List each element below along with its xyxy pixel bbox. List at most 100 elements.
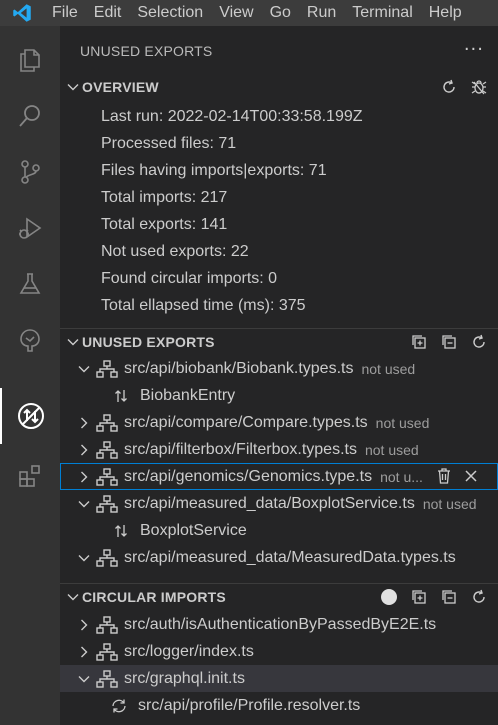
file-hierarchy-icon bbox=[96, 615, 118, 635]
status-description: not used bbox=[361, 360, 416, 377]
file-path: src/api/measured_data/MeasuredData.types… bbox=[124, 548, 456, 566]
status-dot-icon bbox=[378, 587, 400, 607]
overview-total-imports: Total imports: 217 bbox=[101, 189, 228, 206]
file-path: src/auth/isAuthenticationByPassedByE2E.t… bbox=[124, 615, 437, 633]
sidebar-header: UNUSED EXPORTS ··· bbox=[60, 26, 498, 76]
chevron-right-icon bbox=[76, 415, 92, 431]
tree-item-file[interactable]: src/api/biobank/Biobank.types.ts not use… bbox=[60, 355, 498, 382]
file-hierarchy-icon bbox=[96, 548, 118, 568]
chevron-right-icon bbox=[76, 469, 92, 485]
overview-circular-imports: Found circular imports: 0 bbox=[101, 270, 278, 287]
overview-actions bbox=[438, 77, 490, 97]
overview-files-imports-exports: Files having imports|exports: 71 bbox=[101, 162, 327, 179]
file-path: src/api/filterbox/Filterbox.types.ts bbox=[124, 440, 357, 458]
file-hierarchy-icon bbox=[96, 642, 118, 662]
testing-icon[interactable] bbox=[0, 256, 60, 312]
tree-item-import[interactable]: src/api/profile/Profile.resolver.ts bbox=[60, 692, 498, 719]
status-description: not used bbox=[375, 414, 430, 431]
trash-icon[interactable] bbox=[436, 467, 452, 485]
run-debug-icon[interactable] bbox=[0, 200, 60, 256]
row-actions bbox=[436, 467, 478, 485]
export-name: BiobankEntry bbox=[140, 386, 236, 404]
menu-go[interactable]: Go bbox=[262, 0, 299, 26]
refresh-icon[interactable] bbox=[468, 587, 490, 607]
chevron-right-icon bbox=[76, 617, 92, 633]
menu-run[interactable]: Run bbox=[299, 0, 344, 26]
search-icon[interactable] bbox=[0, 88, 60, 144]
tree-item-file[interactable]: src/logger/index.ts bbox=[60, 638, 498, 665]
overview-elapsed-time: Total ellapsed time (ms): 375 bbox=[101, 297, 306, 314]
collapse-all-icon[interactable] bbox=[438, 332, 460, 352]
file-hierarchy-icon bbox=[96, 359, 118, 379]
file-path: src/api/compare/Compare.types.ts bbox=[124, 413, 368, 431]
unused-exports-sidebar: UNUSED EXPORTS ··· OVERVIEW Last run: 20… bbox=[60, 26, 498, 725]
overview-last-run: Last run: 2022-02-14T00:33:58.199Z bbox=[101, 108, 363, 125]
file-hierarchy-icon bbox=[96, 494, 118, 514]
menu-help[interactable]: Help bbox=[421, 0, 470, 26]
overview-label: OVERVIEW bbox=[82, 79, 159, 95]
tree-item-file-focused[interactable]: src/api/genomics/Genomics.type.ts not u.… bbox=[60, 463, 498, 490]
expand-all-icon[interactable] bbox=[408, 332, 430, 352]
more-actions-icon[interactable]: ··· bbox=[464, 39, 484, 60]
status-description: not used bbox=[364, 441, 419, 458]
overview-section-header[interactable]: OVERVIEW bbox=[60, 74, 498, 100]
file-path: src/api/genomics/Genomics.type.ts bbox=[124, 467, 373, 485]
menu-selection[interactable]: Selection bbox=[129, 0, 211, 26]
circular-imports-section-header[interactable]: CIRCULAR IMPORTS bbox=[60, 583, 498, 609]
tree-item-file[interactable]: src/api/measured_data/MeasuredData.types… bbox=[60, 544, 498, 571]
tree-item-file[interactable]: src/api/measured_data/BoxplotService.ts … bbox=[60, 490, 498, 517]
chevron-down-icon bbox=[60, 590, 82, 604]
tree-item-file[interactable]: src/auth/isAuthenticationByPassedByE2E.t… bbox=[60, 611, 498, 638]
file-hierarchy-icon bbox=[96, 669, 118, 689]
file-path: src/api/measured_data/BoxplotService.ts bbox=[124, 494, 415, 512]
import-path: src/api/profile/Profile.resolver.ts bbox=[138, 696, 361, 714]
file-hierarchy-icon bbox=[96, 440, 118, 460]
unused-exports-icon[interactable] bbox=[0, 388, 60, 444]
chevron-down-icon bbox=[76, 361, 92, 377]
file-hierarchy-icon bbox=[96, 413, 118, 433]
extensions-icon[interactable] bbox=[0, 448, 60, 504]
unused-exports-section-header[interactable]: UNUSED EXPORTS bbox=[60, 328, 498, 354]
vscode-logo-icon bbox=[0, 0, 44, 26]
import-export-arrows-icon bbox=[112, 523, 130, 539]
refresh-icon[interactable] bbox=[468, 332, 490, 352]
file-path: src/graphql.init.ts bbox=[124, 669, 245, 687]
chevron-right-icon bbox=[76, 442, 92, 458]
remote-explorer-icon[interactable] bbox=[0, 312, 60, 368]
chevron-down-icon bbox=[76, 671, 92, 687]
refresh-icon[interactable] bbox=[438, 77, 460, 97]
source-control-icon[interactable] bbox=[0, 144, 60, 200]
import-export-arrows-icon bbox=[112, 388, 130, 404]
activity-bar bbox=[0, 26, 60, 725]
status-description: not u... bbox=[380, 468, 423, 485]
menu-file[interactable]: File bbox=[44, 0, 86, 26]
chevron-down-icon bbox=[60, 335, 82, 349]
debug-icon[interactable] bbox=[468, 77, 490, 97]
tree-item-file-selected[interactable]: src/graphql.init.ts bbox=[60, 665, 498, 692]
tree-item-file[interactable]: src/api/filterbox/Filterbox.types.ts not… bbox=[60, 436, 498, 463]
unused-exports-actions bbox=[408, 332, 490, 352]
collapse-all-icon[interactable] bbox=[438, 587, 460, 607]
tree-item-file[interactable]: src/api/compare/Compare.types.ts not use… bbox=[60, 409, 498, 436]
explorer-icon[interactable] bbox=[0, 32, 60, 88]
circular-imports-actions bbox=[378, 587, 490, 607]
overview-total-exports: Total exports: 141 bbox=[101, 216, 228, 233]
file-hierarchy-icon bbox=[96, 467, 118, 487]
chevron-right-icon bbox=[76, 644, 92, 660]
menu-edit[interactable]: Edit bbox=[86, 0, 130, 26]
tree-item-export[interactable]: BoxplotService bbox=[60, 517, 498, 544]
file-path: src/logger/index.ts bbox=[124, 642, 254, 660]
title-bar: File Edit Selection View Go Run Terminal… bbox=[0, 0, 498, 26]
tree-item-export[interactable]: BiobankEntry bbox=[60, 382, 498, 409]
overview-not-used-exports: Not used exports: 22 bbox=[101, 243, 249, 260]
close-icon[interactable] bbox=[464, 469, 478, 483]
menu-terminal[interactable]: Terminal bbox=[344, 0, 420, 26]
expand-all-icon[interactable] bbox=[408, 587, 430, 607]
chevron-down-icon bbox=[76, 496, 92, 512]
unused-exports-label: UNUSED EXPORTS bbox=[82, 333, 215, 350]
chevron-down-icon bbox=[76, 550, 92, 566]
sidebar-title: UNUSED EXPORTS bbox=[80, 43, 213, 59]
overview-processed-files: Processed files: 71 bbox=[101, 135, 237, 152]
chevron-down-icon bbox=[60, 80, 82, 94]
menu-view[interactable]: View bbox=[211, 0, 261, 26]
